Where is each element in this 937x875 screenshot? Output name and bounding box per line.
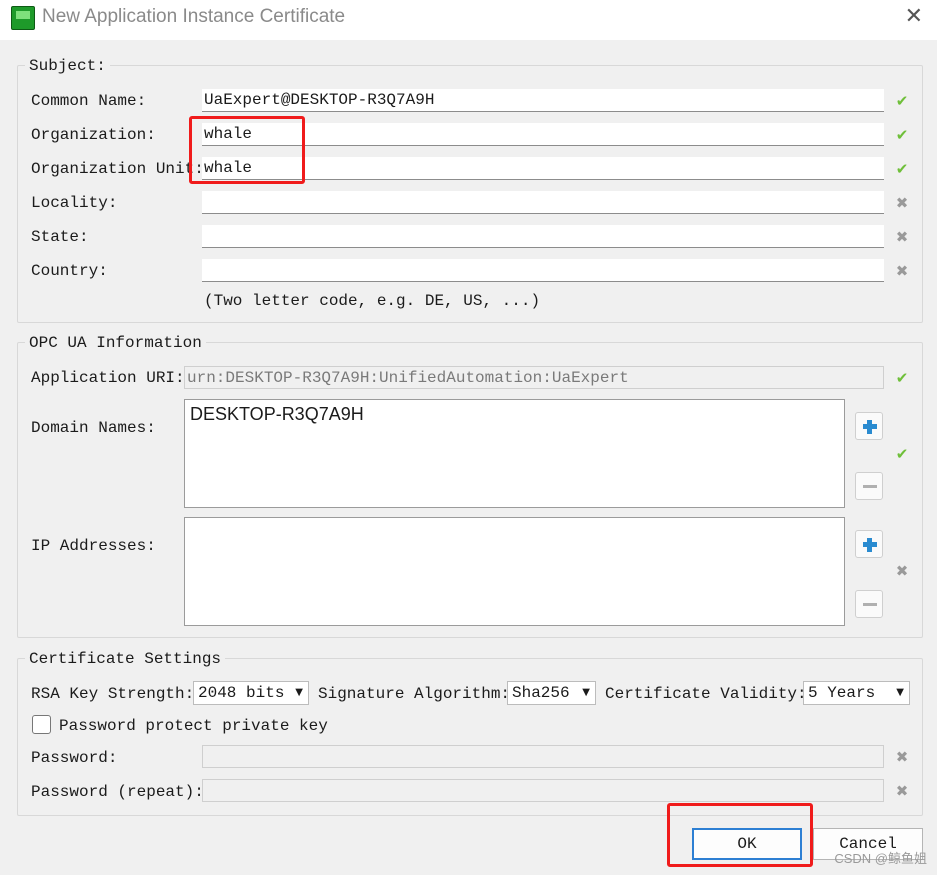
cross-icon: ✖ bbox=[895, 562, 909, 580]
organization-label: Organization: bbox=[31, 126, 156, 144]
country-hint: (Two letter code, e.g. DE, US, ...) bbox=[204, 292, 541, 310]
check-icon: ✔ bbox=[895, 126, 909, 144]
minus-icon bbox=[863, 485, 877, 488]
certificate-validity-value: 5 Years bbox=[808, 684, 876, 702]
add-ip-button[interactable] bbox=[855, 530, 883, 558]
title-bar: New Application Instance Certificate ✕ bbox=[0, 0, 937, 40]
cross-icon: ✖ bbox=[895, 262, 909, 280]
check-icon: ✔ bbox=[895, 92, 909, 110]
locality-label: Locality: bbox=[31, 194, 118, 212]
cert-group-title: Certificate Settings bbox=[25, 650, 226, 668]
remove-domain-button[interactable] bbox=[855, 472, 883, 500]
password-repeat-field bbox=[202, 779, 884, 802]
locality-field[interactable] bbox=[202, 191, 884, 214]
domain-names-label: Domain Names: bbox=[31, 419, 156, 437]
signature-algorithm-label: Signature Algorithm: bbox=[318, 685, 511, 703]
cross-icon: ✖ bbox=[895, 194, 909, 212]
rsa-key-strength-value: 2048 bits bbox=[198, 684, 285, 702]
state-field[interactable] bbox=[202, 225, 884, 248]
window-title: New Application Instance Certificate bbox=[42, 6, 346, 27]
password-label: Password: bbox=[31, 749, 118, 767]
remove-ip-button[interactable] bbox=[855, 590, 883, 618]
signature-algorithm-value: Sha256 bbox=[512, 684, 570, 702]
highlight-organization-fields bbox=[189, 116, 305, 184]
password-field bbox=[202, 745, 884, 768]
certificate-validity-select[interactable]: 5 Years ▼ bbox=[803, 681, 910, 705]
opc-group-title: OPC UA Information bbox=[25, 334, 206, 352]
country-label: Country: bbox=[31, 262, 108, 280]
check-icon: ✔ bbox=[895, 445, 909, 463]
chevron-down-icon: ▼ bbox=[582, 687, 590, 698]
state-label: State: bbox=[31, 228, 89, 246]
common-name-field[interactable]: UaExpert@DESKTOP-R3Q7A9H bbox=[202, 89, 884, 112]
organization-unit-label: Organization Unit: bbox=[31, 160, 204, 178]
password-repeat-label: Password (repeat): bbox=[31, 783, 204, 801]
application-uri-field: urn:DESKTOP-R3Q7A9H:UnifiedAutomation:Ua… bbox=[184, 366, 884, 389]
watermark: CSDN @鲸鱼姐 bbox=[834, 851, 927, 866]
highlight-ok-button bbox=[667, 803, 813, 867]
cross-icon: ✖ bbox=[895, 782, 909, 800]
signature-algorithm-select[interactable]: Sha256 ▼ bbox=[507, 681, 596, 705]
ip-addresses-textbox[interactable] bbox=[184, 517, 845, 626]
add-domain-button[interactable] bbox=[855, 412, 883, 440]
country-field[interactable] bbox=[202, 259, 884, 282]
minus-icon bbox=[863, 603, 877, 606]
cross-icon: ✖ bbox=[895, 228, 909, 246]
domain-names-textbox[interactable]: DESKTOP-R3Q7A9H bbox=[184, 399, 845, 508]
subject-group-title: Subject: bbox=[25, 57, 110, 75]
app-icon bbox=[11, 6, 35, 30]
chevron-down-icon: ▼ bbox=[896, 687, 904, 698]
common-name-label: Common Name: bbox=[31, 92, 147, 110]
rsa-key-strength-select[interactable]: 2048 bits ▼ bbox=[193, 681, 309, 705]
application-uri-label: Application URI: bbox=[31, 369, 185, 387]
rsa-key-strength-label: RSA Key Strength: bbox=[31, 685, 195, 703]
chevron-down-icon: ▼ bbox=[295, 687, 303, 698]
password-protect-checkbox[interactable] bbox=[32, 715, 51, 734]
cross-icon: ✖ bbox=[895, 748, 909, 766]
ip-addresses-label: IP Addresses: bbox=[31, 537, 156, 555]
password-protect-label: Password protect private key bbox=[59, 717, 328, 735]
close-icon[interactable]: ✕ bbox=[905, 6, 923, 28]
check-icon: ✔ bbox=[895, 160, 909, 178]
certificate-validity-label: Certificate Validity: bbox=[605, 685, 807, 703]
check-icon: ✔ bbox=[895, 369, 909, 387]
